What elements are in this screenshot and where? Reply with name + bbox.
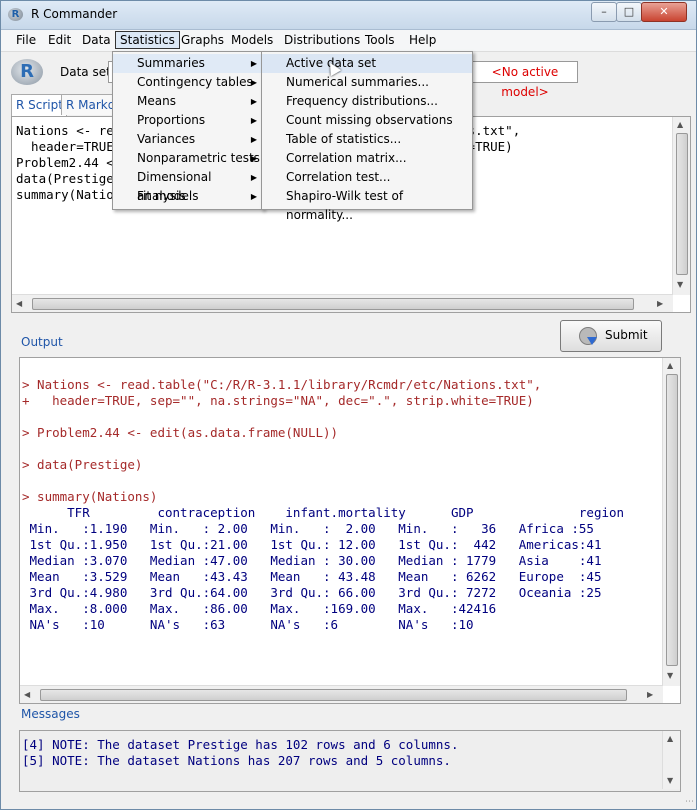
menu-file[interactable]: File [16,33,36,47]
submenu-arrow-icon: ▶ [250,173,257,182]
scroll-left-icon[interactable]: ◀ [16,299,22,309]
script-vertical-scrollbar[interactable]: ▲ ▼ [672,117,690,295]
gear-icon [579,327,597,345]
submenu-item-active-data-set[interactable]: Active data set [262,54,472,73]
scroll-up-icon[interactable]: ▲ [667,361,673,371]
menu-models[interactable]: Models [231,33,273,47]
submit-button[interactable]: Submit [560,320,662,352]
submenu-arrow-icon: ▶ [250,59,257,68]
scroll-thumb[interactable] [666,374,678,666]
scroll-right-icon[interactable]: ▶ [647,690,653,700]
output-line: 3rd Qu.:4.980 3rd Qu.:64.00 3rd Qu.: 66.… [22,585,602,600]
scroll-thumb[interactable] [32,298,634,310]
menu-bar: File Edit Data Statistics Graphs Models … [1,30,696,52]
output-vertical-scrollbar[interactable]: ▲ ▼ [662,358,680,686]
summaries-submenu: Active data set Numerical summaries... F… [261,51,473,222]
scroll-thumb[interactable] [676,133,688,275]
tab-r-script[interactable]: R Script [11,94,67,116]
statistics-menu-item-nonparametric-tests[interactable]: Nonparametric tests ▶ [113,149,263,168]
model-button[interactable]: <No active model> [472,61,578,99]
menu-help[interactable]: Help [409,33,436,47]
resize-grip-icon[interactable]: ⋯ [685,797,694,807]
maximize-button[interactable]: □ [616,2,642,22]
output-line: 1st Qu.:1.950 1st Qu.:21.00 1st Qu.: 12.… [22,537,602,552]
output-line: + header=TRUE, sep="", na.strings="NA", … [22,393,534,408]
statistics-menu-dropdown: Summaries ▶ Contingency tables ▶ Means ▶ Pr… [112,51,264,210]
statistics-menu-item-fit-models[interactable]: Fit models ▶ [113,187,263,206]
r-logo-icon: R [11,59,43,85]
statistics-menu-item-proportions[interactable]: Proportions ▶ [113,111,263,130]
minimize-button[interactable]: – [591,2,617,22]
dataset-label: Data set: [60,65,115,79]
messages-text[interactable]: [4] NOTE: The dataset Prestige has 102 r… [22,737,459,769]
output-line: > Problem2.44 <- edit(as.data.frame(NULL… [22,425,339,440]
submenu-item-correlation-test[interactable]: Correlation test... [262,168,472,187]
menu-tools[interactable]: Tools [365,33,395,47]
submenu-item-numerical-summaries[interactable]: Numerical summaries... [262,73,472,92]
scroll-up-icon[interactable]: ▲ [677,120,683,130]
window-title: R Commander [31,7,118,21]
script-horizontal-scrollbar[interactable]: ◀ ▶ [12,294,673,312]
messages-vertical-scrollbar[interactable]: ▲ ▼ [662,731,680,789]
messages-panel: [4] NOTE: The dataset Prestige has 102 r… [19,730,681,792]
output-line: NA's :10 NA's :63 NA's :6 NA's :10 [22,617,474,632]
submenu-arrow-icon: ▶ [250,135,257,144]
submenu-arrow-icon: ▶ [250,97,257,106]
output-line: > Nations <- read.table("C:/R/R-3.1.1/li… [22,377,542,392]
submenu-item-table-of-statistics[interactable]: Table of statistics... [262,130,472,149]
submenu-item-correlation-matrix[interactable]: Correlation matrix... [262,149,472,168]
messages-label: Messages [21,707,80,721]
menu-statistics[interactable]: Statistics [115,31,180,49]
output-line: Max. :8.000 Max. :86.00 Max. :169.00 Max… [22,601,497,616]
message-line: [4] NOTE: The dataset Prestige has 102 r… [22,737,459,752]
scroll-right-icon[interactable]: ▶ [657,299,663,309]
submenu-arrow-icon: ▶ [250,154,257,163]
scroll-down-icon[interactable]: ▼ [667,776,673,786]
output-line: > data(Prestige) [22,457,143,472]
output-label: Output [21,335,63,349]
submit-label: Submit [605,328,648,342]
statistics-menu-item-contingency-tables[interactable]: Contingency tables ▶ [113,73,263,92]
statistics-menu-item-means[interactable]: Means ▶ [113,92,263,111]
output-text[interactable]: > Nations <- read.table("C:/R/R-3.1.1/li… [22,377,662,667]
output-horizontal-scrollbar[interactable]: ◀ ▶ [20,685,663,703]
statistics-menu-item-summaries[interactable]: Summaries ▶ [113,54,263,73]
statistics-menu-item-dimensional-analysis[interactable]: Dimensional analysis ▶ [113,168,263,203]
arrow-down-icon [587,337,597,345]
scroll-down-icon[interactable]: ▼ [677,280,683,290]
output-line: Mean :3.529 Mean :43.43 Mean : 43.48 Mea… [22,569,602,584]
submenu-item-shapiro-wilk-test[interactable]: Shapiro-Wilk test of normality... [262,187,472,222]
output-line: > summary(Nations) [22,489,158,504]
title-bar[interactable]: R R Commander – □ ✕ [1,1,696,30]
output-line: Min. :1.190 Min. : 2.00 Min. : 2.00 Min.… [22,521,594,536]
output-line: Median :3.070 Median :47.00 Median : 30.… [22,553,602,568]
r-commander-window: R R Commander – □ ✕ File Edit Data Stati… [0,0,697,810]
close-button[interactable]: ✕ [641,2,687,22]
output-panel: > Nations <- read.table("C:/R/R-3.1.1/li… [19,357,681,704]
scroll-thumb[interactable] [40,689,627,701]
menu-data[interactable]: Data [82,33,111,47]
r-app-icon: R [8,8,23,21]
output-line: TFR contraception infant.mortality GDP r… [22,505,625,520]
menu-graphs[interactable]: Graphs [181,33,224,47]
menu-edit[interactable]: Edit [48,33,71,47]
submenu-arrow-icon: ▶ [250,78,257,87]
scroll-up-icon[interactable]: ▲ [667,734,673,744]
statistics-menu-item-variances[interactable]: Variances ▶ [113,130,263,149]
message-line: [5] NOTE: The dataset Nations has 207 ro… [22,753,451,768]
submenu-arrow-icon: ▶ [250,192,257,201]
menu-distributions[interactable]: Distributions [284,33,360,47]
scroll-down-icon[interactable]: ▼ [667,671,673,681]
scroll-left-icon[interactable]: ◀ [24,690,30,700]
submenu-item-count-missing-observations[interactable]: Count missing observations [262,111,472,130]
submenu-item-frequency-distributions[interactable]: Frequency distributions... [262,92,472,111]
submenu-arrow-icon: ▶ [250,116,257,125]
